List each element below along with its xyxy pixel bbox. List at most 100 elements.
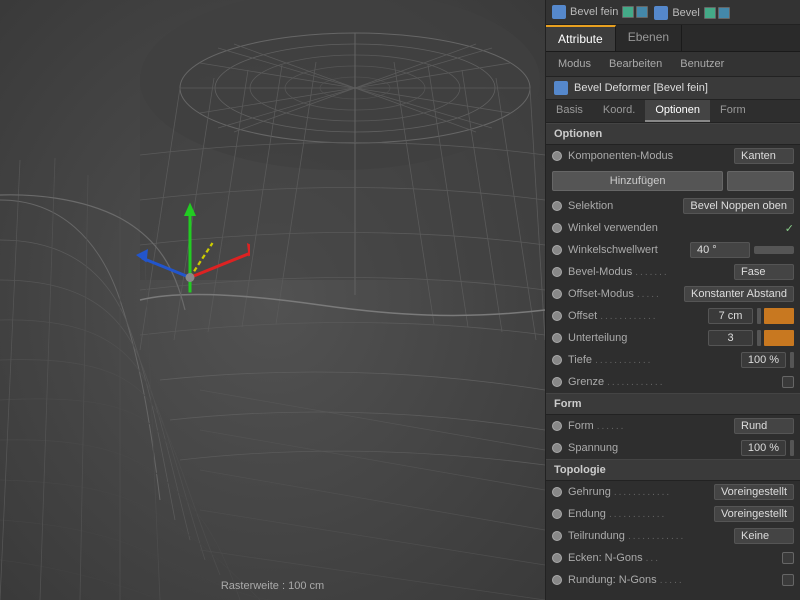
inner-tab-form[interactable]: Form — [710, 100, 756, 122]
label-winkelschwellwert: Winkelschwellwert — [568, 244, 690, 256]
inner-tab-basis[interactable]: Basis — [546, 100, 593, 122]
radio-gehrung[interactable] — [552, 487, 562, 497]
viewport-3d[interactable]: Rasterweite : 100 cm — [0, 0, 545, 600]
tab-attribute[interactable]: Attribute — [546, 25, 616, 51]
radio-ecken-ngons[interactable] — [552, 553, 562, 563]
row-offset-modus: Offset-Modus ..... Konstanter Abstand — [546, 283, 800, 305]
label-endung: Endung ............ — [568, 508, 714, 520]
layer-icon-bevel — [654, 6, 668, 20]
dots-offset-modus: ..... — [637, 289, 661, 300]
title-text: Bevel Deformer [Bevel fein] — [574, 82, 708, 94]
viewport-label: Rasterweite : 100 cm — [221, 580, 324, 592]
value-gehrung[interactable]: Voreingestellt — [714, 484, 794, 500]
radio-spannung[interactable] — [552, 443, 562, 453]
label-teilrundung: Teilrundung ............ — [568, 530, 734, 542]
radio-unterteilung[interactable] — [552, 333, 562, 343]
value-selektion[interactable]: Bevel Noppen oben — [683, 198, 794, 214]
radio-grenze[interactable] — [552, 377, 562, 387]
row-selektion: Selektion Bevel Noppen oben — [546, 195, 800, 217]
radio-endung[interactable] — [552, 509, 562, 519]
add-button[interactable]: Hinzufügen — [552, 171, 723, 191]
radio-teilrundung[interactable] — [552, 531, 562, 541]
radio-offset[interactable] — [552, 311, 562, 321]
radio-form[interactable] — [552, 421, 562, 431]
radio-winkel-verwenden[interactable] — [552, 223, 562, 233]
unterteilung-bar-orange — [764, 330, 794, 346]
value-tiefe[interactable]: 100 % — [741, 352, 786, 368]
value-unterteilung[interactable]: 3 — [708, 330, 753, 346]
radio-bevel-modus[interactable] — [552, 267, 562, 277]
sub-tabs: Modus Bearbeiten Benutzer — [546, 52, 800, 77]
row-winkel-verwenden: Winkel verwenden ✓ — [546, 217, 800, 239]
row-gehrung: Gehrung ............ Voreingestellt — [546, 481, 800, 503]
tab-ebenen[interactable]: Ebenen — [616, 25, 682, 51]
row-bevel-modus: Bevel-Modus ....... Fase — [546, 261, 800, 283]
row-unterteilung: Unterteilung 3 — [546, 327, 800, 349]
properties-content[interactable]: Optionen Komponenten-Modus Kanten Hinzuf… — [546, 123, 800, 600]
value-form[interactable]: Rund — [734, 418, 794, 434]
layer-check1-bevel[interactable] — [704, 7, 716, 19]
section-optionen: Optionen — [546, 123, 800, 145]
sub-tab-modus[interactable]: Modus — [550, 55, 599, 73]
label-unterteilung: Unterteilung — [568, 332, 708, 344]
value-spannung[interactable]: 100 % — [741, 440, 786, 456]
row-endung: Endung ............ Voreingestellt — [546, 503, 800, 525]
spannung-drag-handle[interactable] — [790, 440, 794, 456]
row-rundung-ngons: Rundung: N-Gons ..... — [546, 569, 800, 591]
radio-tiefe[interactable] — [552, 355, 562, 365]
row-teilrundung: Teilrundung ............ Keine — [546, 525, 800, 547]
checkbox-rundung-ngons[interactable] — [782, 574, 794, 586]
layer-name-bevel: Bevel — [672, 7, 700, 19]
radio-selektion[interactable] — [552, 201, 562, 211]
layers-bar: Bevel fein Bevel — [546, 0, 800, 25]
value-endung[interactable]: Voreingestellt — [714, 506, 794, 522]
checkmark-winkel: ✓ — [785, 222, 794, 235]
row-hinzufuegen: Hinzufügen — [546, 167, 800, 195]
inner-tabs: Basis Koord. Optionen Form — [546, 100, 800, 123]
label-bevel-modus: Bevel-Modus ....... — [568, 266, 734, 278]
label-spannung: Spannung — [568, 442, 741, 454]
offset-drag-handle[interactable] — [757, 308, 761, 324]
value-bevel-modus[interactable]: Fase — [734, 264, 794, 280]
layer-check2-bevel-fein[interactable] — [636, 6, 648, 18]
radio-offset-modus[interactable] — [552, 289, 562, 299]
layer-check1-bevel-fein[interactable] — [622, 6, 634, 18]
value-teilrundung[interactable]: Keine — [734, 528, 794, 544]
radio-winkelschwellwert[interactable] — [552, 245, 562, 255]
layer-check2-bevel[interactable] — [718, 7, 730, 19]
radio-komponenten-modus[interactable] — [552, 151, 562, 161]
add-button-2[interactable] — [727, 171, 794, 191]
layer-icon-bevel-fein — [552, 5, 566, 19]
label-tiefe: Tiefe ............ — [568, 354, 741, 366]
value-offset-modus[interactable]: Konstanter Abstand — [684, 286, 794, 302]
sub-tab-benutzer[interactable]: Benutzer — [672, 55, 732, 73]
row-spannung: Spannung 100 % — [546, 437, 800, 459]
row-form: Form ...... Rund — [546, 415, 800, 437]
label-gehrung: Gehrung ............ — [568, 486, 714, 498]
row-winkelschwellwert: Winkelschwellwert 40 ° — [546, 239, 800, 261]
tab-bar: Attribute Ebenen — [546, 25, 800, 52]
row-tiefe: Tiefe ............ 100 % — [546, 349, 800, 371]
checkbox-grenze[interactable] — [782, 376, 794, 388]
offset-bar-orange — [764, 308, 794, 324]
value-offset[interactable]: 7 cm — [708, 308, 753, 324]
label-grenze: Grenze ............ — [568, 376, 782, 388]
checkbox-ecken-ngons[interactable] — [782, 552, 794, 564]
layer-item-bevel: Bevel — [654, 6, 730, 20]
inner-tab-koord[interactable]: Koord. — [593, 100, 645, 122]
sub-tab-bearbeiten[interactable]: Bearbeiten — [601, 55, 670, 73]
label-offset: Offset ............ — [568, 310, 708, 322]
unterteilung-drag-handle[interactable] — [757, 330, 761, 346]
row-ecken-ngons: Ecken: N-Gons ... — [546, 547, 800, 569]
label-offset-modus: Offset-Modus ..... — [568, 288, 684, 300]
value-winkelschwellwert[interactable]: 40 ° — [690, 242, 750, 258]
value-komponenten-modus[interactable]: Kanten — [734, 148, 794, 164]
tiefe-drag-handle[interactable] — [790, 352, 794, 368]
label-winkel-verwenden: Winkel verwenden — [568, 222, 781, 234]
label-rundung-ngons: Rundung: N-Gons ..... — [568, 574, 782, 586]
radio-rundung-ngons[interactable] — [552, 575, 562, 585]
layer-item-bevel-fein: Bevel fein — [552, 5, 648, 19]
deformer-icon — [554, 81, 568, 95]
inner-tab-optionen[interactable]: Optionen — [645, 100, 710, 122]
transform-gizmo[interactable] — [130, 195, 250, 315]
